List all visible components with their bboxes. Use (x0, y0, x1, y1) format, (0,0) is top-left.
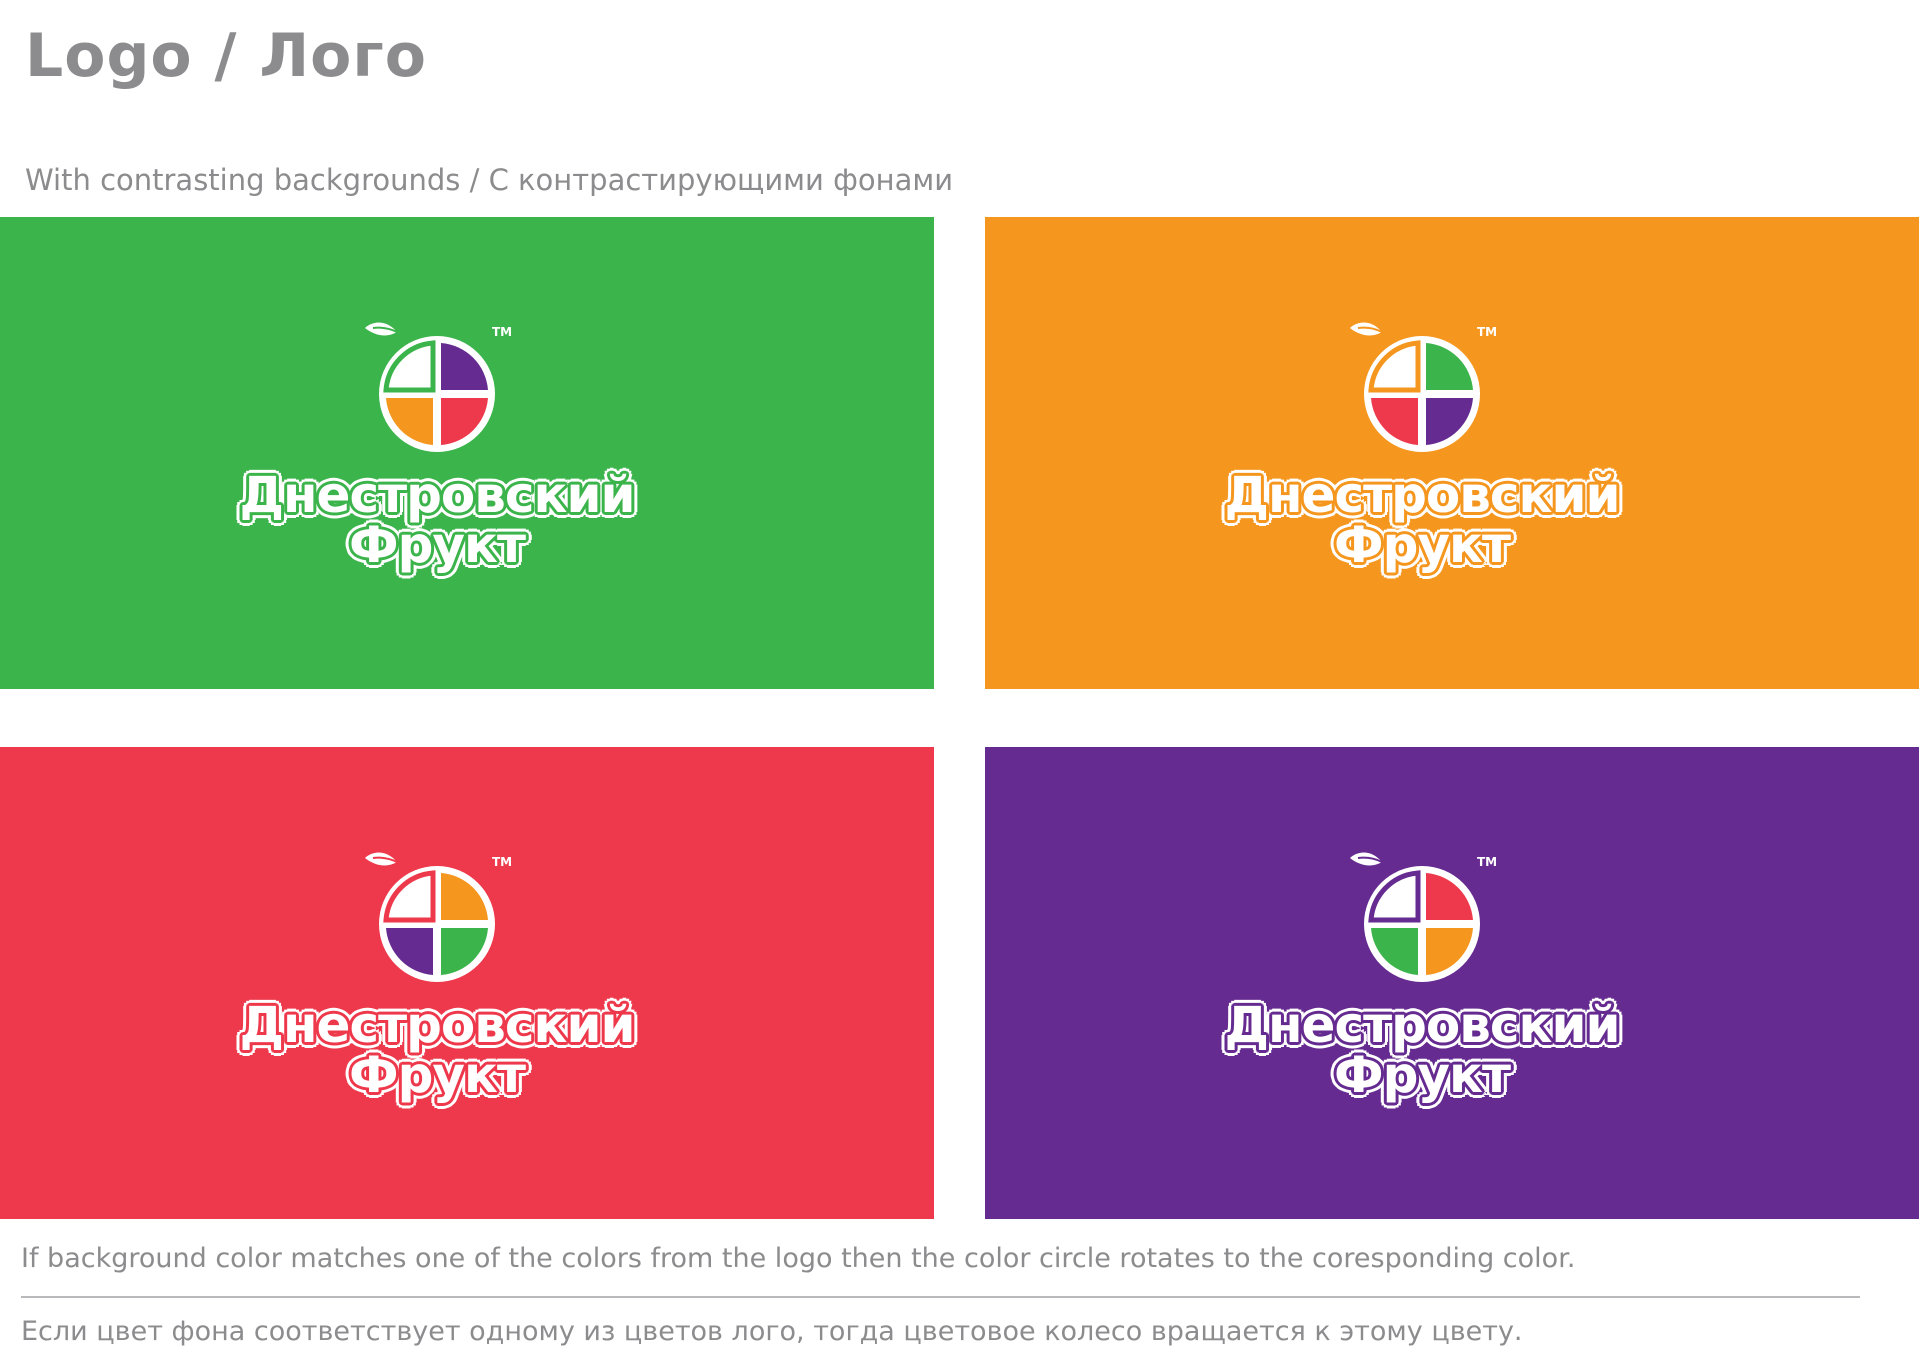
color-wheel-icon: TM (365, 852, 512, 982)
logo-panel-orange: TM Днестровский Фрукт (985, 217, 1919, 689)
color-wheel-icon: TM (1350, 852, 1497, 982)
logo-panel-red: TM Днестровский Фрукт (0, 747, 934, 1219)
brand-logo: TM Днестровский Фрукт (1222, 847, 1622, 1117)
brand-logo: TM Днестровский Фрукт (1222, 317, 1622, 587)
trademark-mark: TM (492, 325, 512, 339)
wordmark-line2: Фрукт (349, 516, 526, 574)
trademark-mark: TM (1477, 325, 1497, 339)
logo-panel-green: TM Днестровский Фрукт (0, 217, 934, 689)
note-russian: Если цвет фона соответствует одному из ц… (21, 1316, 1523, 1347)
page-title: Logo / Лого (25, 21, 427, 91)
trademark-mark: TM (1477, 855, 1497, 869)
logo-panel-purple: TM Днестровский Фрукт (985, 747, 1919, 1219)
note-english: If background color matches one of the c… (21, 1243, 1576, 1274)
brand-logo: TM Днестровский Фрукт (237, 317, 637, 587)
trademark-mark: TM (492, 855, 512, 869)
page-subtitle: With contrasting backgrounds / С контрас… (25, 163, 954, 197)
wordmark-line2: Фрукт (1334, 516, 1511, 574)
wordmark-line2: Фрукт (1334, 1046, 1511, 1104)
color-wheel-icon: TM (365, 322, 512, 452)
divider (21, 1296, 1860, 1298)
color-wheel-icon: TM (1350, 322, 1497, 452)
wordmark-line2: Фрукт (349, 1046, 526, 1104)
brand-logo: TM Днестровский Фрукт (237, 847, 637, 1117)
